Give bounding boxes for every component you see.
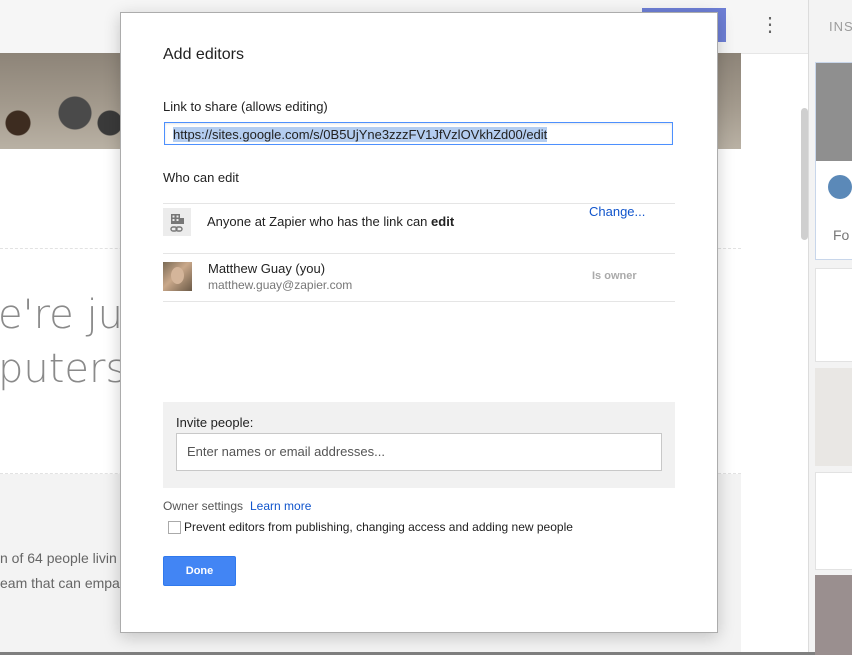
share-link-field[interactable]: https://sites.google.com/s/0B5UjYne3zzzF… bbox=[164, 122, 673, 145]
owner-settings-label: Owner settings bbox=[163, 499, 244, 513]
avatar-face bbox=[171, 267, 184, 284]
learn-more-link[interactable]: Learn more bbox=[250, 499, 311, 513]
permission-text-prefix: Anyone at Zapier who has the link can bbox=[207, 214, 432, 229]
change-permission-link[interactable]: Change... bbox=[589, 204, 645, 219]
owner-role-label: Is owner bbox=[592, 270, 637, 282]
share-link-text: https://sites.google.com/s/0B5UjYne3zzzF… bbox=[173, 127, 548, 142]
owner-name: Matthew Guay (you) bbox=[208, 261, 326, 276]
permission-level: edit bbox=[431, 214, 455, 229]
building-link-icon bbox=[163, 208, 191, 236]
link-share-label: Link to share (allows editing) bbox=[163, 99, 328, 114]
invite-section: Invite people: Enter names or email addr… bbox=[163, 402, 675, 488]
avatar bbox=[163, 262, 192, 291]
who-can-edit-label: Who can edit bbox=[163, 170, 239, 185]
divider bbox=[163, 301, 675, 302]
done-button[interactable]: Done bbox=[163, 556, 236, 586]
divider bbox=[163, 253, 675, 254]
dialog-title: Add editors bbox=[163, 46, 244, 63]
invite-people-input[interactable]: Enter names or email addresses... bbox=[176, 433, 662, 471]
link-permission-text: Anyone at Zapier who has the link can ed… bbox=[207, 214, 454, 229]
invite-label: Invite people: bbox=[176, 415, 254, 430]
add-editors-dialog: Add editors Link to share (allows editin… bbox=[120, 12, 718, 633]
owner-email: matthew.guay@zapier.com bbox=[208, 278, 353, 292]
prevent-editors-checkbox[interactable] bbox=[168, 521, 181, 534]
prevent-editors-label[interactable]: Prevent editors from publishing, changin… bbox=[184, 520, 573, 534]
